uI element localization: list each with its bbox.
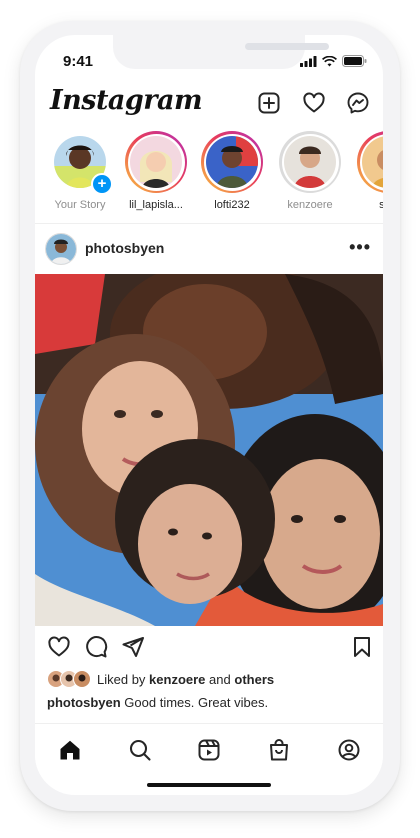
search-icon[interactable] <box>128 738 152 762</box>
story-lil-lapisla[interactable]: lil_lapisla... <box>121 131 191 211</box>
story-label: sap <box>379 199 383 211</box>
save-icon[interactable] <box>350 635 374 659</box>
avatar <box>130 136 182 188</box>
instagram-logo: Instagram <box>50 85 203 116</box>
wifi-icon <box>322 55 337 66</box>
share-icon[interactable] <box>121 635 145 659</box>
battery-icon <box>342 55 367 67</box>
divider <box>35 223 383 224</box>
caption-username[interactable]: photosbyen <box>47 695 121 710</box>
speaker <box>245 43 329 50</box>
notch <box>113 35 329 69</box>
story-ring <box>201 131 263 193</box>
signal-icon <box>300 55 317 67</box>
messenger-icon[interactable] <box>346 91 370 115</box>
story-sap[interactable]: sap <box>353 131 383 211</box>
bottom-tab-bar <box>35 723 383 774</box>
liked-by-text: Liked by kenzoere and others <box>97 671 275 687</box>
story-ring <box>279 131 341 193</box>
stories-tray: + Your Story lil_lapisla... lofti232 ken… <box>35 131 383 223</box>
story-label: lofti232 <box>214 199 250 211</box>
profile-icon[interactable] <box>337 738 361 762</box>
post-caption: photosbyen Good times. Great vibes. <box>47 695 268 710</box>
post-header: photosbyen ••• <box>35 231 383 271</box>
story-ring <box>125 131 187 193</box>
story-kenzoere[interactable]: kenzoere <box>275 131 345 211</box>
liker-avatar <box>73 670 91 688</box>
liked-by-row[interactable]: Liked by kenzoere and others <box>47 670 274 688</box>
post-photo[interactable] <box>35 259 383 634</box>
app-screen: 9:41 Instagram + Your Story lil_lapisla.… <box>35 35 383 795</box>
avatar <box>362 136 383 188</box>
add-story-badge[interactable]: + <box>91 173 113 195</box>
status-icons <box>300 55 367 67</box>
like-icon[interactable] <box>47 635 71 659</box>
story-lofti232[interactable]: lofti232 <box>197 131 267 211</box>
post-username[interactable]: photosbyen <box>85 240 164 256</box>
story-your-story[interactable]: + Your Story <box>45 131 115 211</box>
caption-text: Good times. Great vibes. <box>124 695 269 710</box>
avatar <box>206 136 258 188</box>
comment-icon[interactable] <box>84 635 108 659</box>
post-actions <box>35 633 383 663</box>
post-avatar[interactable] <box>45 233 77 265</box>
story-label: Your Story <box>54 199 106 211</box>
story-label: kenzoere <box>287 199 333 211</box>
status-time: 9:41 <box>63 53 94 70</box>
new-post-icon[interactable] <box>257 91 281 115</box>
shop-icon[interactable] <box>267 738 291 762</box>
home-icon[interactable] <box>58 738 82 762</box>
story-ring <box>357 131 383 193</box>
heart-icon[interactable] <box>302 91 326 115</box>
post-options-icon[interactable]: ••• <box>349 237 371 258</box>
story-label: lil_lapisla... <box>129 199 183 211</box>
app-header: Instagram <box>35 85 383 129</box>
avatar <box>284 136 336 188</box>
reels-icon[interactable] <box>197 738 221 762</box>
home-indicator[interactable] <box>147 783 271 787</box>
